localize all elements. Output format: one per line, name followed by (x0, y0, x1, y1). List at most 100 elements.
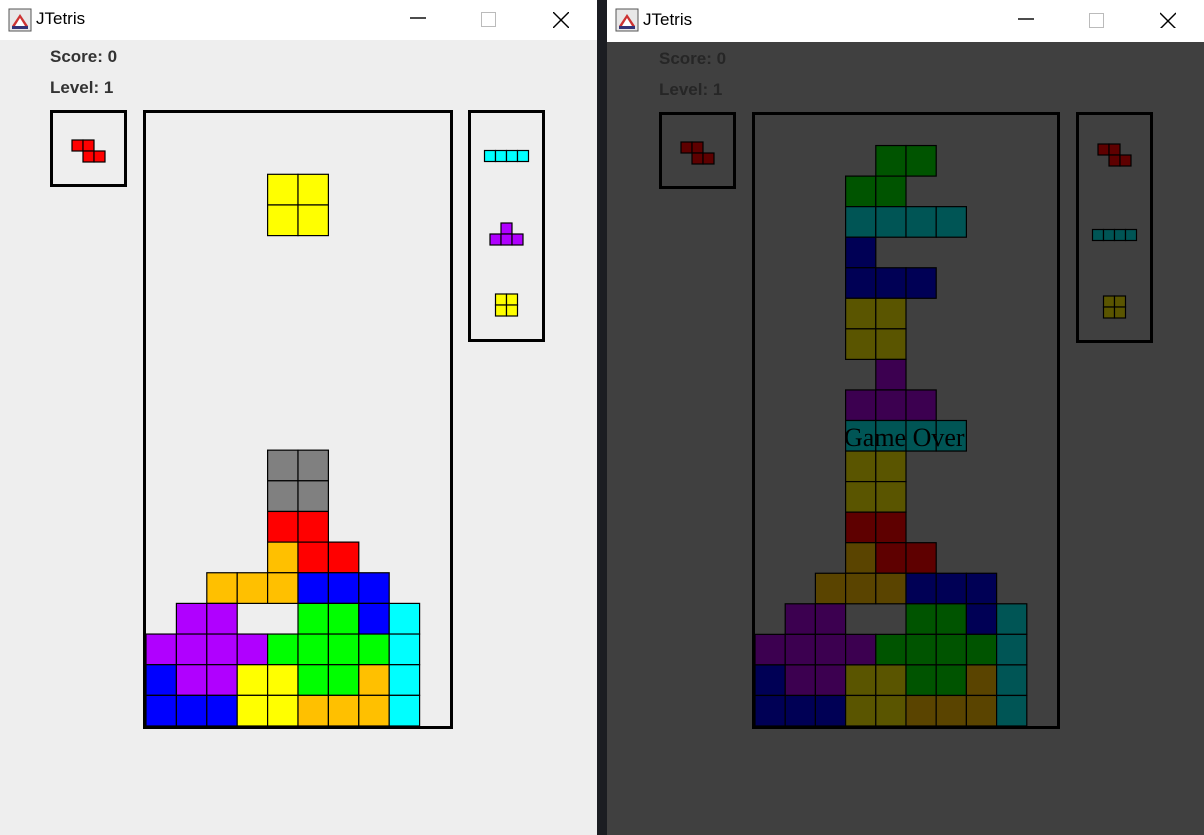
minimize-button[interactable] (395, 0, 441, 40)
board-cell (935, 694, 967, 726)
close-button[interactable] (1145, 0, 1191, 40)
game-board (143, 110, 453, 729)
board-cell (875, 450, 907, 483)
close-button[interactable] (538, 0, 584, 40)
board-cell (905, 572, 937, 605)
java-app-icon (8, 8, 32, 32)
board-cell (297, 510, 329, 543)
board-cell (146, 633, 177, 666)
board-cell (844, 633, 877, 666)
next-piece-cell (1108, 154, 1121, 167)
board-cell (996, 603, 1028, 635)
board-cell (905, 144, 937, 177)
score-display: Score: 0 (50, 47, 117, 67)
maximize-button[interactable] (466, 0, 512, 40)
board-cell (814, 603, 847, 635)
board-cell (905, 389, 937, 422)
board-cell (935, 603, 967, 635)
board-cell (875, 633, 907, 666)
window-title: JTetris (36, 9, 86, 28)
hold-piece-preview (71, 139, 106, 163)
board-cell (844, 511, 877, 544)
board-cell (266, 510, 299, 543)
score-label: Score: (659, 49, 712, 68)
score-display: Score: 0 (659, 49, 726, 69)
close-icon (1160, 12, 1176, 28)
next-piece-cell (483, 149, 497, 163)
maximize-button[interactable] (1074, 0, 1120, 40)
level-value: 1 (103, 78, 114, 97)
board-cell (327, 633, 360, 666)
next-piece-cell (500, 222, 513, 235)
board-cell (814, 572, 847, 605)
window-title: JTetris (643, 10, 693, 29)
level-display: Level: 1 (659, 80, 722, 100)
board-grid (146, 173, 421, 726)
game-board (752, 112, 1060, 729)
next-piece-cell (505, 149, 519, 163)
board-cell (875, 664, 907, 697)
board-cell (905, 603, 937, 635)
next-piece-cell (494, 293, 508, 306)
next-piece-cell (505, 304, 519, 317)
board-cell (358, 633, 390, 666)
board-cell (965, 572, 998, 605)
board-cell (905, 694, 937, 726)
board-cell (844, 267, 877, 299)
board-cell (206, 664, 238, 696)
board-cell (266, 449, 299, 482)
next-piece-cell (516, 149, 530, 163)
minimize-icon (1018, 18, 1034, 20)
board-cell (784, 664, 817, 697)
board-cell (875, 144, 907, 177)
board-cell (388, 602, 421, 635)
hold-piece-cell (71, 139, 84, 152)
maximize-icon (1089, 13, 1104, 28)
board-cell (784, 633, 817, 666)
hold-piece-cell (691, 141, 704, 154)
board-cell (965, 603, 998, 635)
board-cell (146, 694, 177, 726)
board-cell (875, 481, 907, 513)
board-cell (297, 449, 329, 482)
board-cell (935, 633, 967, 666)
title-bar[interactable]: JTetris (607, 0, 1204, 42)
minimize-icon (410, 17, 426, 19)
board-cell (996, 633, 1028, 666)
board-cell (844, 328, 877, 361)
right-game-window: JTetris Score: 0 Level: 1 Game Over (607, 0, 1204, 835)
board-cell (844, 175, 877, 208)
board-cell (875, 267, 907, 299)
board-cell (175, 602, 208, 635)
board-cell (905, 633, 937, 666)
board-cell (875, 206, 907, 238)
board-cell (297, 664, 329, 696)
minimize-button[interactable] (1003, 0, 1049, 40)
next-piece-cell (511, 233, 524, 246)
board-cell (297, 633, 329, 666)
board-cell (236, 572, 269, 604)
next-piece-cell (1097, 143, 1110, 156)
board-cell (755, 694, 786, 726)
board-cell (935, 206, 967, 238)
level-display: Level: 1 (50, 78, 113, 98)
board-cell (814, 633, 847, 666)
title-bar[interactable]: JTetris (0, 0, 597, 40)
board-cell (388, 633, 421, 666)
close-icon (553, 12, 569, 28)
board-cell (844, 206, 877, 238)
board-cell (388, 694, 421, 726)
board-cell (175, 633, 208, 666)
board-cell (358, 694, 390, 726)
board-cell (266, 173, 299, 206)
next-piece-cell (1113, 228, 1127, 242)
board-cell (358, 602, 390, 635)
hold-piece-panel (50, 110, 127, 187)
board-cell (266, 572, 299, 604)
next-piece-cell (1102, 228, 1116, 242)
next-pieces-preview (1091, 143, 1138, 319)
hold-piece-panel (659, 112, 736, 189)
level-label: Level: (659, 80, 709, 99)
board-cell (297, 694, 329, 726)
board-cell (844, 542, 877, 574)
